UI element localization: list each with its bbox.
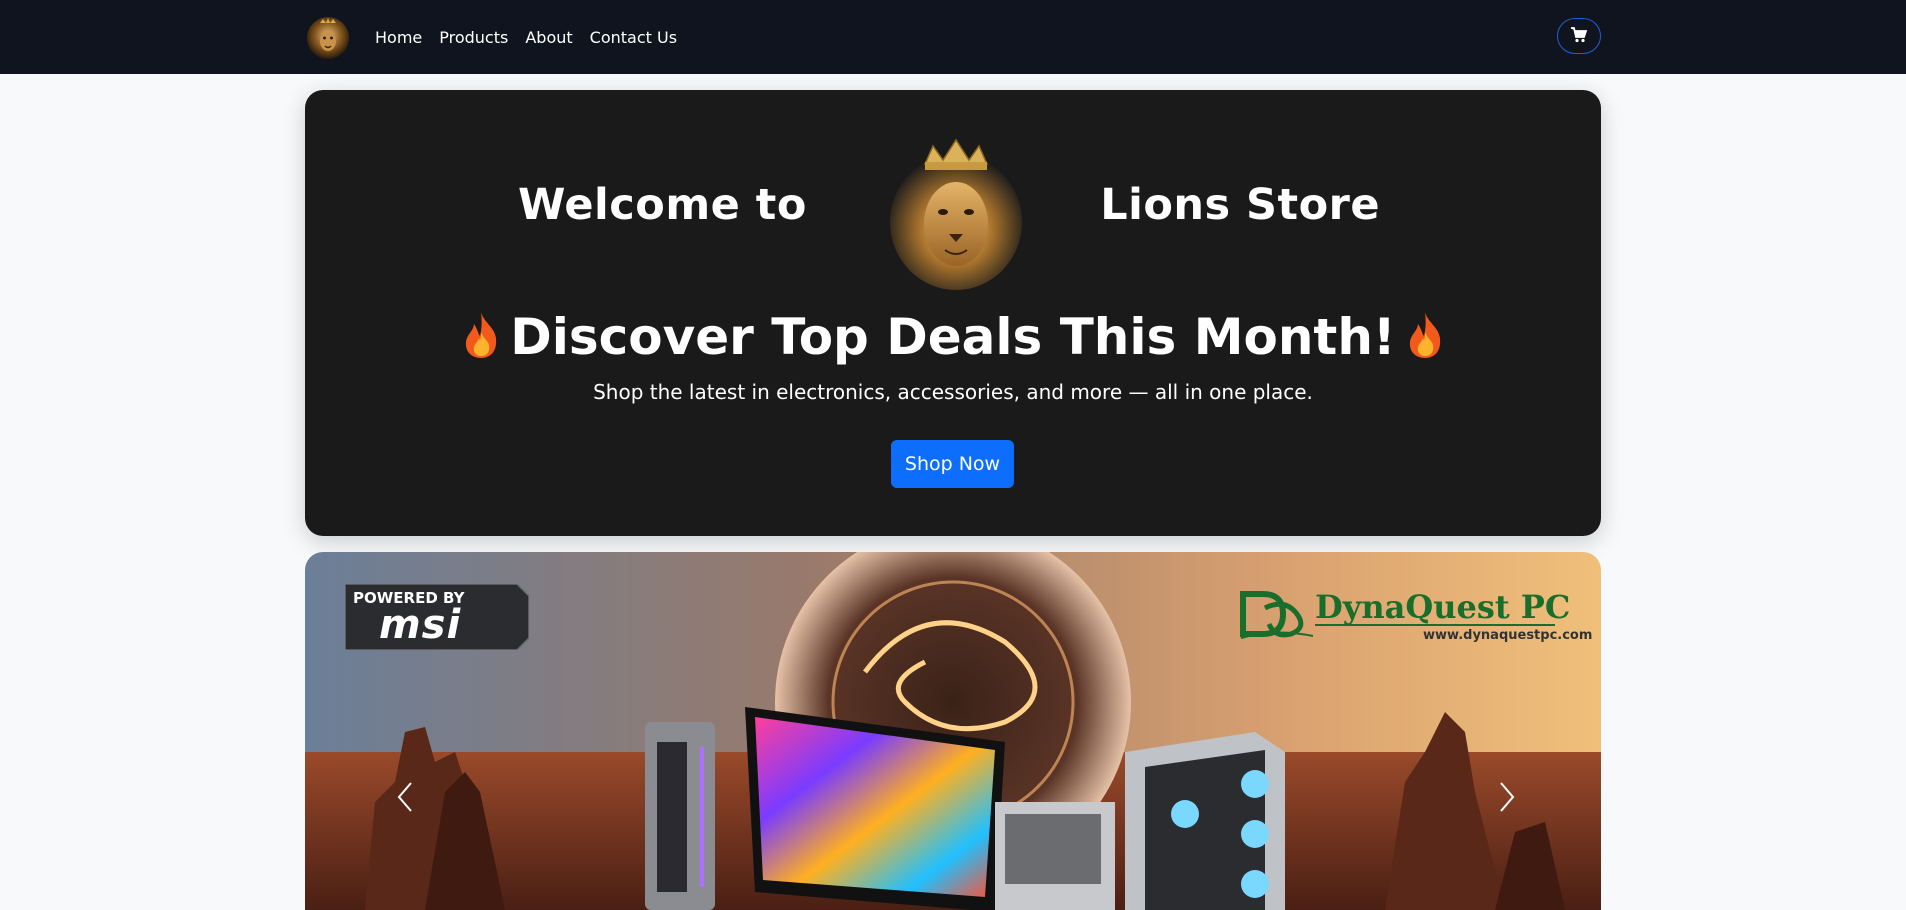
- nav-about-link[interactable]: About: [525, 28, 572, 47]
- partner-name: DynaQuest PC: [1315, 588, 1571, 626]
- dynaquest-logo-icon: [1235, 588, 1315, 640]
- fire-icon: [460, 310, 502, 372]
- hero-subtitle: Shop the latest in electronics, accessor…: [593, 380, 1313, 404]
- msi-brand-text: msi: [379, 602, 462, 648]
- nav-links: Home Products About Contact Us: [375, 28, 677, 47]
- fire-icon: [1404, 310, 1446, 372]
- partner-underline: [1315, 624, 1555, 626]
- navbar-container: Home Products About Contact Us: [305, 0, 1601, 74]
- cart-button[interactable]: [1557, 18, 1601, 54]
- carousel-next-button[interactable]: [1487, 777, 1527, 817]
- hero-banner: Welcome to Lions Store Discover Top Deal…: [305, 90, 1601, 536]
- chevron-right-icon: [1495, 782, 1519, 820]
- nav-products-link[interactable]: Products: [439, 28, 508, 47]
- lion-logo-icon[interactable]: [305, 14, 351, 60]
- nav-home-link[interactable]: Home: [375, 28, 422, 47]
- hero-title-text: Discover Top Deals This Month!: [510, 308, 1396, 366]
- carousel-prev-button[interactable]: [385, 777, 425, 817]
- promo-carousel: POWERED BY msi DynaQuest PC www.dynaques…: [305, 552, 1601, 910]
- shop-now-button[interactable]: Shop Now: [891, 440, 1014, 488]
- nav-contact-link[interactable]: Contact Us: [590, 28, 677, 47]
- chevron-left-icon: [393, 782, 417, 820]
- msi-badge: POWERED BY msi: [345, 584, 529, 650]
- navbar: Home Products About Contact Us: [0, 0, 1906, 74]
- hero-store-name: Lions Store: [1100, 180, 1380, 230]
- hero-title: Discover Top Deals This Month!: [305, 308, 1601, 372]
- hero-welcome-text: Welcome to: [518, 180, 807, 230]
- lion-crown-icon: [887, 134, 1025, 292]
- cart-icon: [1570, 26, 1588, 46]
- partner-url: www.dynaquestpc.com: [1423, 628, 1593, 643]
